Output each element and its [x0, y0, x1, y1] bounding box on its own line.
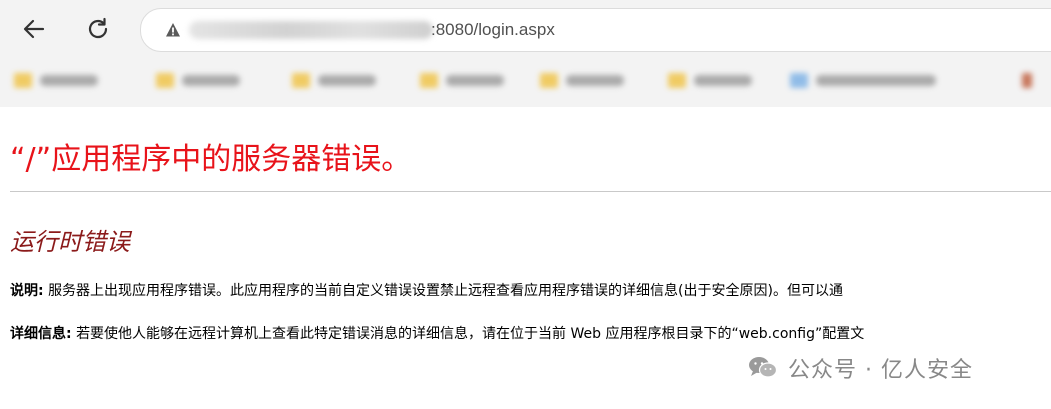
divider — [10, 191, 1051, 192]
details-label: 详细信息: — [10, 326, 72, 342]
description-text: 服务器上出现应用程序错误。此应用程序的当前自定义错误设置禁止远程查看应用程序错误… — [48, 283, 843, 299]
bookmark-item[interactable] — [420, 68, 504, 92]
error-subtitle: 运行时错误 — [10, 228, 130, 256]
back-button[interactable] — [16, 11, 52, 47]
description-label: 说明: — [10, 283, 44, 299]
reload-button[interactable] — [80, 11, 116, 47]
details-text: 若要使他人能够在远程计算机上查看此特定错误消息的详细信息，请在位于当前 Web … — [76, 326, 865, 342]
wechat-icon — [749, 357, 778, 378]
bookmark-item[interactable] — [14, 68, 98, 92]
bookmark-item[interactable] — [292, 68, 376, 92]
description-line: 说明: 服务器上出现应用程序错误。此应用程序的当前自定义错误设置禁止远程查看应用… — [10, 280, 843, 300]
browser-chrome: :8080/login.aspx — [0, 0, 1051, 107]
bookmark-item[interactable] — [790, 68, 936, 92]
bookmark-item[interactable] — [540, 68, 624, 92]
bookmark-item[interactable] — [668, 68, 752, 92]
bookmark-item[interactable] — [1022, 68, 1040, 92]
page-title: “/”应用程序中的服务器错误。 — [10, 142, 412, 177]
redacted-host — [189, 21, 433, 39]
watermark-text: 公众号 · 亿人安全 — [788, 358, 973, 383]
address-bar[interactable]: :8080/login.aspx — [140, 8, 1051, 52]
url-text[interactable]: :8080/login.aspx — [431, 20, 555, 40]
details-line: 详细信息: 若要使他人能够在远程计算机上查看此特定错误消息的详细信息，请在位于当… — [10, 323, 864, 343]
bookmarks-bar — [0, 58, 1051, 102]
watermark: 公众号 · 亿人安全 — [748, 352, 973, 384]
bookmark-item[interactable] — [156, 68, 240, 92]
error-page: “/”应用程序中的服务器错误。 运行时错误 说明: 服务器上出现应用程序错误。此… — [0, 107, 1051, 409]
back-arrow-icon — [23, 19, 45, 39]
not-secure-warning-icon[interactable] — [165, 22, 181, 38]
reload-icon — [88, 17, 108, 39]
